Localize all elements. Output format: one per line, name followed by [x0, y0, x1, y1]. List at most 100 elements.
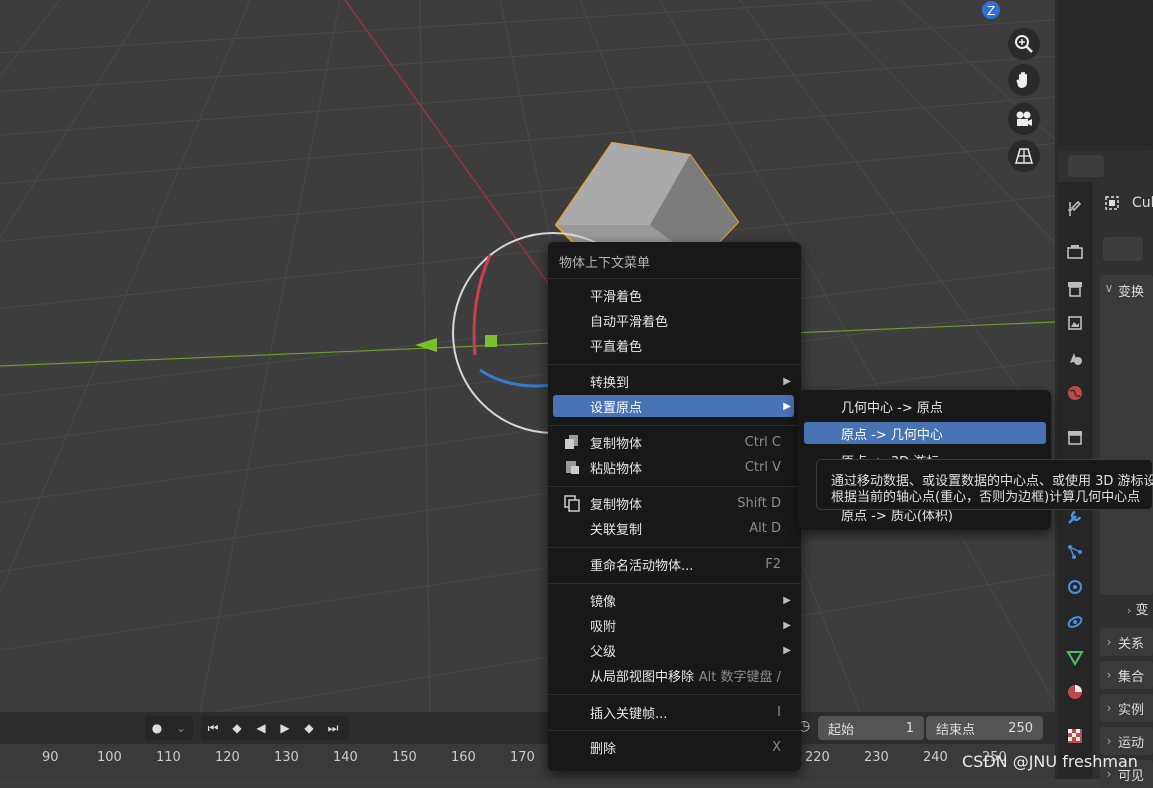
menu-item-duplicate-objects[interactable]: 复制物体 Shift D: [553, 492, 794, 514]
menu-item-label: 从局部视图中移除: [590, 669, 695, 685]
record-group: ● ⌄: [145, 716, 193, 740]
menu-item-shade-auto-smooth[interactable]: 自动平滑着色: [553, 309, 794, 331]
menu-item-convert-to[interactable]: 转换到 ▶: [553, 370, 794, 392]
outliner[interactable]: [1058, 0, 1153, 145]
material-icon[interactable]: [1063, 680, 1087, 704]
menu-title: 物体上下文菜单: [559, 256, 651, 271]
duplicate-icon: [564, 495, 580, 512]
menu-item-label: 删除: [590, 741, 617, 757]
jump-start-icon[interactable]: ⏮: [201, 716, 225, 740]
object-context-menu: 物体上下文菜单 平滑着色 自动平滑着色 平直着色 转换到 ▶ 设置原点 ▶ 复制物体…: [548, 242, 801, 771]
menu-item-mirror[interactable]: 镜像 ▶: [553, 589, 794, 611]
menu-item-paste-objects[interactable]: 粘贴物体 Ctrl V: [553, 456, 794, 478]
tool-icon[interactable]: [1063, 197, 1087, 221]
menu-item-insert-keyframe[interactable]: 插入关键帧... I: [553, 701, 794, 723]
prev-keyframe-icon[interactable]: ◆: [225, 716, 249, 740]
frame-tick: 90: [42, 750, 59, 765]
submenu-arrow-icon: ▶: [783, 400, 791, 412]
menu-item-label: 重命名活动物体...: [590, 558, 694, 574]
object-data-icon[interactable]: [1063, 645, 1087, 669]
perspective-grid-icon[interactable]: [1008, 140, 1040, 172]
pan-hand-icon[interactable]: [1008, 64, 1040, 96]
menu-divider: [548, 486, 801, 487]
motion-paths-panel[interactable]: › 运动: [1100, 727, 1153, 755]
scene-icon[interactable]: [1063, 346, 1087, 370]
properties-header: [1058, 150, 1153, 182]
3d-viewport[interactable]: Z: [0, 0, 1055, 712]
view-layer-icon[interactable]: [1063, 311, 1087, 335]
section-label: 变换: [1118, 285, 1145, 300]
menu-item-parent[interactable]: 父级 ▶: [553, 639, 794, 661]
menu-item-label: 设置原点: [590, 400, 643, 416]
texture-icon[interactable]: [1063, 724, 1087, 748]
particles-icon[interactable]: [1063, 540, 1087, 564]
transform-panel[interactable]: ∨ 变换: [1100, 275, 1153, 595]
menu-divider: [548, 583, 801, 584]
menu-item-label: 自动平滑着色: [590, 314, 669, 330]
frame-tick: 170: [510, 750, 535, 765]
frame-tick: 110: [156, 750, 181, 765]
menu-item-delete[interactable]: 删除 X: [553, 736, 794, 758]
start-frame-field[interactable]: 起始 1: [818, 716, 924, 740]
submenu-item-label: 原点 -> 几何中心: [841, 427, 943, 443]
physics-icon[interactable]: [1063, 575, 1087, 599]
editor-type-dropdown[interactable]: [1068, 155, 1104, 177]
object-type-dropdown[interactable]: [1103, 237, 1143, 261]
record-icon[interactable]: ●: [145, 716, 169, 740]
menu-item-duplicate-linked[interactable]: 关联复制 Alt D: [553, 517, 794, 539]
play-icon[interactable]: ▶: [273, 716, 297, 740]
constraints-icon[interactable]: [1063, 610, 1087, 634]
play-reverse-icon[interactable]: ◀: [249, 716, 273, 740]
instancing-panel[interactable]: › 实例: [1100, 694, 1153, 722]
end-frame-value: 250: [1008, 720, 1033, 736]
section-label: 关系: [1118, 636, 1145, 652]
collections-panel[interactable]: › 集合: [1100, 661, 1153, 689]
submenu-arrow-icon: ▶: [783, 644, 791, 656]
section-label: 变: [1135, 603, 1149, 618]
object-name[interactable]: Cub: [1132, 195, 1153, 211]
menu-item-shortcut: X: [772, 739, 781, 755]
delta-transform-subpanel[interactable]: › 变: [1127, 599, 1149, 618]
frame-tick: 230: [864, 750, 889, 765]
world-icon[interactable]: [1063, 381, 1087, 405]
frame-tick: 120: [215, 750, 240, 765]
menu-item-shortcut: F2: [765, 556, 781, 572]
menu-item-remove-local-view[interactable]: 从局部视图中移除 Alt 数字键盘 /: [553, 664, 794, 686]
chevron-down-icon[interactable]: ⌄: [169, 716, 193, 740]
frame-tick: 160: [451, 750, 476, 765]
menu-item-shortcut: Shift D: [737, 495, 781, 511]
submenu-item-label: 几何中心 -> 原点: [841, 400, 943, 416]
submenu-arrow-icon: ▶: [783, 375, 791, 387]
menu-item-set-origin[interactable]: 设置原点 ▶: [553, 395, 794, 417]
relations-panel[interactable]: › 关系: [1100, 628, 1153, 656]
frame-tick: 130: [274, 750, 299, 765]
tooltip: 通过移动数据、或设置数据的中心点、或使用 3D 游标设 根据当前的轴心点(重心，…: [816, 459, 1153, 510]
start-frame-label: 起始: [828, 722, 855, 738]
menu-item-label: 吸附: [590, 619, 617, 635]
submenu-item-geometry-to-origin[interactable]: 几何中心 -> 原点: [804, 395, 1046, 417]
menu-item-copy-objects[interactable]: 复制物体 Ctrl C: [553, 431, 794, 453]
section-label: 实例: [1118, 702, 1145, 718]
z-axis-label: Z: [987, 4, 995, 18]
menu-item-label: 复制物体: [590, 497, 643, 513]
menu-item-shade-smooth[interactable]: 平滑着色: [553, 284, 794, 306]
jump-end-icon[interactable]: ⏭: [321, 716, 345, 740]
camera-icon[interactable]: [1008, 103, 1040, 135]
next-keyframe-icon[interactable]: ◆: [297, 716, 321, 740]
menu-item-shade-flat[interactable]: 平直着色: [553, 334, 794, 356]
collection-icon[interactable]: [1063, 425, 1087, 449]
menu-divider: [548, 547, 801, 548]
output-icon[interactable]: [1063, 277, 1087, 301]
menu-item-label: 粘贴物体: [590, 461, 643, 477]
menu-item-label: 关联复制: [590, 522, 643, 538]
render-icon[interactable]: [1063, 240, 1087, 264]
end-frame-field[interactable]: 结束点 250: [926, 716, 1043, 740]
submenu-item-origin-to-geometry[interactable]: 原点 -> 几何中心: [804, 422, 1046, 444]
menu-item-label: 插入关键帧...: [590, 706, 668, 722]
menu-item-rename-active[interactable]: 重命名活动物体... F2: [553, 553, 794, 575]
frame-tick: 140: [333, 750, 358, 765]
menu-item-snap[interactable]: 吸附 ▶: [553, 614, 794, 636]
menu-item-shortcut: Alt D: [749, 520, 781, 536]
zoom-icon[interactable]: [1008, 28, 1040, 60]
object-icon: [1103, 194, 1121, 216]
